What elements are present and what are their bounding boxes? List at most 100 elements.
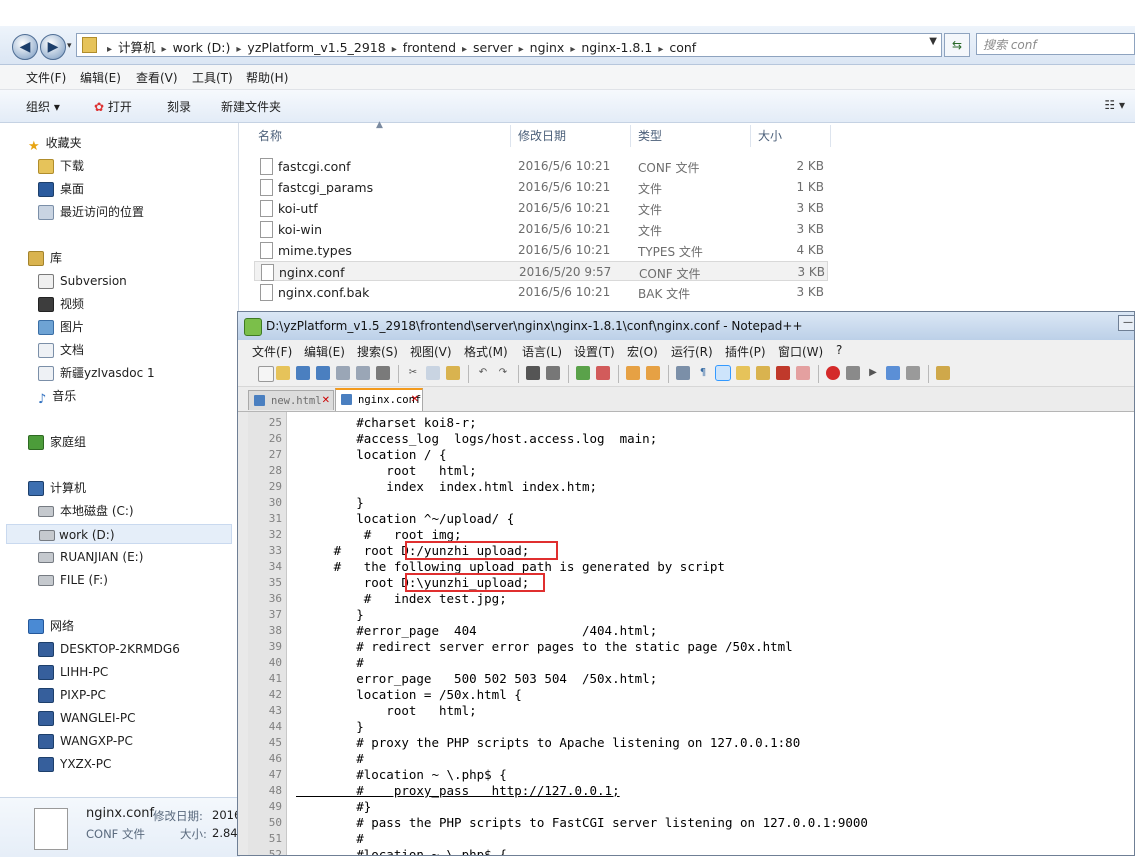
npp-menu-format[interactable]: 格式(M) bbox=[464, 343, 508, 360]
breadcrumb-yzplatform[interactable]: yzPlatform_v1.5_2918 bbox=[247, 40, 385, 55]
history-dropdown-icon[interactable]: ▾ bbox=[67, 41, 72, 51]
sidebar-item-documents[interactable]: 文档 bbox=[38, 340, 84, 360]
copy-icon[interactable] bbox=[426, 366, 440, 380]
new-file-icon[interactable] bbox=[258, 366, 274, 382]
sidebar-item-videos[interactable]: 视频 bbox=[38, 294, 84, 314]
column-header-size[interactable]: 大小 bbox=[758, 123, 782, 149]
breadcrumb-server[interactable]: server bbox=[473, 40, 513, 55]
refresh-button[interactable]: ⇆ bbox=[944, 33, 970, 57]
sidebar-item-pc-1[interactable]: DESKTOP-2KRMDG6 bbox=[38, 639, 180, 659]
play-macro-icon[interactable]: ▶ bbox=[866, 366, 880, 380]
address-dropdown-icon[interactable]: ▼ bbox=[929, 36, 937, 47]
breadcrumb-computer[interactable]: 计算机 bbox=[118, 40, 156, 55]
close-file-icon[interactable] bbox=[336, 366, 350, 380]
column-divider[interactable] bbox=[830, 125, 831, 147]
sidebar-item-downloads[interactable]: 下载 bbox=[38, 156, 84, 176]
menu-file[interactable]: 文件(F) bbox=[26, 69, 66, 86]
npp-menu-plugins[interactable]: 插件(P) bbox=[725, 343, 766, 360]
sidebar-item-drive-e[interactable]: RUANJIAN (E:) bbox=[38, 547, 143, 567]
close-all-icon[interactable] bbox=[356, 366, 370, 380]
column-divider[interactable] bbox=[510, 125, 511, 147]
zoom-in-icon[interactable] bbox=[576, 366, 590, 380]
npp-menu-language[interactable]: 语言(L) bbox=[522, 343, 562, 360]
forward-button[interactable]: ▶ bbox=[40, 34, 66, 60]
file-row[interactable]: fastcgi.conf 2016/5/6 10:21 CONF 文件 2 KB bbox=[254, 156, 828, 176]
record-macro-icon[interactable] bbox=[826, 366, 840, 380]
replace-icon[interactable] bbox=[546, 366, 560, 380]
organize-button[interactable]: 组织 ▾ bbox=[26, 98, 60, 115]
minimize-button[interactable]: — bbox=[1118, 315, 1134, 331]
word-wrap-icon[interactable] bbox=[676, 366, 690, 380]
sidebar-item-pc-6[interactable]: YXZX-PC bbox=[38, 754, 111, 774]
column-header-name[interactable]: 名称 bbox=[258, 123, 282, 149]
sidebar-item-pc-4[interactable]: WANGLEI-PC bbox=[38, 708, 135, 728]
close-icon[interactable]: ✕ bbox=[411, 390, 419, 410]
sidebar-libraries[interactable]: 库 bbox=[28, 248, 62, 268]
save-macro-icon[interactable] bbox=[906, 366, 920, 380]
print-icon[interactable] bbox=[376, 366, 390, 380]
run-macro-multiple-icon[interactable] bbox=[886, 366, 900, 380]
file-row[interactable]: nginx.conf.bak 2016/5/6 10:21 BAK 文件 3 K… bbox=[254, 282, 828, 302]
back-button[interactable]: ◀ bbox=[12, 34, 38, 60]
npp-menu-run[interactable]: 运行(R) bbox=[671, 343, 713, 360]
sidebar-item-drive-f[interactable]: FILE (F:) bbox=[38, 570, 108, 590]
new-folder-button[interactable]: 新建文件夹 bbox=[221, 98, 281, 115]
breadcrumb-nginx-version[interactable]: nginx-1.8.1 bbox=[581, 40, 652, 55]
view-options-button[interactable]: ☷ ▾ bbox=[1104, 98, 1125, 112]
column-divider[interactable] bbox=[630, 125, 631, 147]
paste-icon[interactable] bbox=[446, 366, 460, 380]
address-bar[interactable]: ▸ 计算机 ▸ work (D:) ▸ yzPlatform_v1.5_2918 ▸ fron… bbox=[76, 33, 942, 57]
breadcrumb-work[interactable]: work (D:) bbox=[173, 40, 231, 55]
menu-help[interactable]: 帮助(H) bbox=[246, 69, 288, 86]
sidebar-computer[interactable]: 计算机 bbox=[28, 478, 86, 498]
menu-view[interactable]: 查看(V) bbox=[136, 69, 178, 86]
burn-button[interactable]: 刻录 bbox=[167, 98, 191, 115]
npp-menu-macro[interactable]: 宏(O) bbox=[627, 343, 658, 360]
code-editor[interactable]: 25 #charset koi8-r; 26 #access_log logs/… bbox=[238, 412, 1134, 855]
find-icon[interactable] bbox=[526, 366, 540, 380]
show-all-characters-icon[interactable]: ¶ bbox=[696, 366, 710, 380]
column-header-date[interactable]: 修改日期 bbox=[518, 123, 566, 149]
redo-icon[interactable]: ↷ bbox=[496, 366, 510, 380]
user-language-icon[interactable] bbox=[736, 366, 750, 380]
sidebar-homegroup[interactable]: 家庭组 bbox=[28, 432, 86, 452]
save-icon[interactable] bbox=[296, 366, 310, 380]
file-row[interactable]: koi-win 2016/5/6 10:21 文件 3 KB bbox=[254, 219, 828, 239]
stop-macro-icon[interactable] bbox=[846, 366, 860, 380]
sidebar-item-music[interactable]: ♪ 音乐 bbox=[38, 386, 76, 407]
sidebar-item-pc-5[interactable]: WANGXP-PC bbox=[38, 731, 133, 751]
tab-new-html[interactable]: new.html ✕ bbox=[248, 390, 334, 410]
undo-icon[interactable]: ↶ bbox=[476, 366, 490, 380]
npp-menu-window[interactable]: 窗口(W) bbox=[778, 343, 823, 360]
sync-vertical-icon[interactable] bbox=[626, 366, 640, 380]
npp-menu-file[interactable]: 文件(F) bbox=[252, 343, 292, 360]
sidebar-item-subversion[interactable]: Subversion bbox=[38, 271, 127, 291]
sidebar-item-pc-3[interactable]: PIXP-PC bbox=[38, 685, 106, 705]
npp-menu-search[interactable]: 搜索(S) bbox=[357, 343, 398, 360]
breadcrumb-conf[interactable]: conf bbox=[669, 40, 696, 55]
file-row[interactable]: fastcgi_params 2016/5/6 10:21 文件 1 KB bbox=[254, 177, 828, 197]
search-input[interactable]: 搜索 conf bbox=[976, 33, 1135, 55]
sidebar-item-pc-2[interactable]: LIHH-PC bbox=[38, 662, 108, 682]
open-button[interactable]: ✿ 打开 bbox=[94, 98, 132, 115]
sidebar-favorites[interactable]: ★ 收藏夹 bbox=[28, 133, 82, 154]
cut-icon[interactable]: ✂ bbox=[406, 366, 420, 380]
zoom-out-icon[interactable] bbox=[596, 366, 610, 380]
npp-menu-edit[interactable]: 编辑(E) bbox=[304, 343, 345, 360]
sidebar-item-pictures[interactable]: 图片 bbox=[38, 317, 84, 337]
folder-as-workspace-icon[interactable] bbox=[796, 366, 810, 380]
column-header-type[interactable]: 类型 bbox=[638, 123, 662, 149]
close-icon[interactable]: ✕ bbox=[322, 391, 330, 411]
sidebar-item-drive-d[interactable]: work (D:) bbox=[6, 524, 232, 544]
file-row-selected[interactable]: nginx.conf 2016/5/20 9:57 CONF 文件 3 KB bbox=[254, 261, 828, 281]
column-divider[interactable] bbox=[750, 125, 751, 147]
breadcrumb-frontend[interactable]: frontend bbox=[403, 40, 456, 55]
sidebar-item-drive-c[interactable]: 本地磁盘 (C:) bbox=[38, 501, 134, 521]
sidebar-network[interactable]: 网络 bbox=[28, 616, 74, 636]
sync-horizontal-icon[interactable] bbox=[646, 366, 660, 380]
title-bar[interactable]: D:\yzPlatform_v1.5_2918\frontend\server\… bbox=[238, 312, 1134, 340]
tab-nginx-conf[interactable]: nginx.conf ✕ bbox=[335, 388, 423, 411]
sidebar-item-xinjiang-doc[interactable]: 新疆yzIvasdoc 1 bbox=[38, 363, 155, 383]
npp-menu-settings[interactable]: 设置(T) bbox=[574, 343, 615, 360]
doc-map-icon[interactable] bbox=[756, 366, 770, 380]
